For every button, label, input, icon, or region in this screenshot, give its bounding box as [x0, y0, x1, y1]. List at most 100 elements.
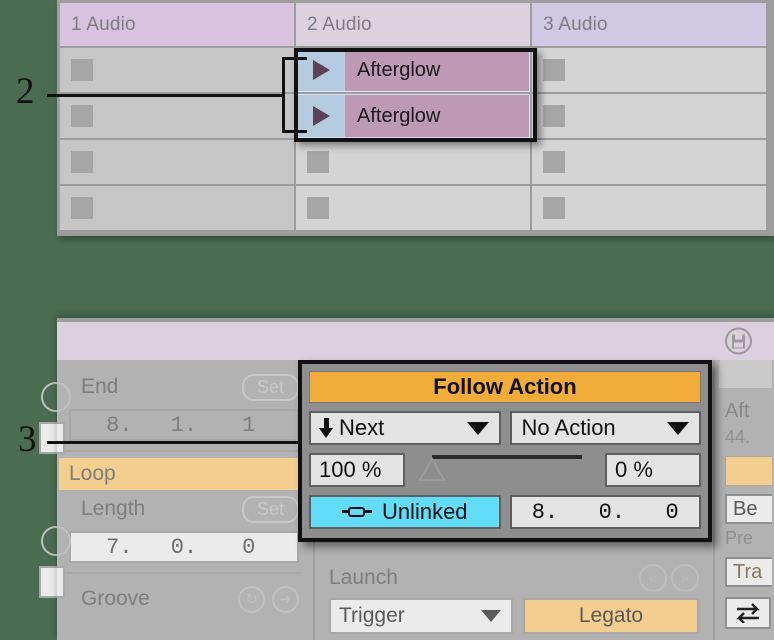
clip-slot-1-3[interactable]: [60, 140, 294, 184]
refresh-icon[interactable]: ↻: [238, 585, 265, 613]
clip-slot-3-3[interactable]: [532, 140, 766, 184]
launch-mode-dropdown[interactable]: Trigger: [329, 598, 513, 634]
follow-action-chance-row: 100 % 0 %: [309, 453, 701, 487]
next-double-arrow-icon[interactable]: »: [671, 564, 699, 592]
launch-mode-row: Trigger Legato: [315, 598, 713, 634]
stop-square-icon[interactable]: [307, 197, 329, 219]
loop-toggle-icon[interactable]: [41, 382, 71, 412]
play-triangle-icon[interactable]: [297, 49, 345, 91]
session-grid: 1 Audio 2 Audio Afterglow Afterglow 3 Au…: [57, 0, 774, 236]
callout-leader-3: [47, 441, 303, 444]
stop-square-icon[interactable]: [71, 59, 93, 81]
clip-view-titlebar: [57, 322, 774, 360]
follow-action-b-dropdown[interactable]: No Action: [509, 411, 701, 445]
length-value-beats: 0.: [170, 534, 198, 560]
audio-section: Aft 44. Be Pre Tra: [715, 360, 772, 640]
end-label: End: [81, 375, 119, 398]
clip-slot-1-2[interactable]: [60, 94, 294, 138]
arrow-right-icon[interactable]: ➜: [272, 585, 299, 613]
clip-slot-3-2[interactable]: [532, 94, 766, 138]
stop-square-icon[interactable]: [307, 151, 329, 173]
follow-action-time-bars: 8.: [531, 499, 559, 525]
link-chain-icon: [341, 505, 372, 519]
track-column-1: 1 Audio: [60, 3, 294, 232]
save-floppy-icon[interactable]: [725, 327, 752, 355]
stop-square-icon[interactable]: [71, 105, 93, 127]
track-header-3[interactable]: 3 Audio: [532, 3, 766, 46]
clip-slot-1-4[interactable]: [60, 186, 294, 230]
callout-leader-2: [47, 94, 285, 97]
transient-dropdown[interactable]: Tra: [725, 557, 772, 587]
length-label: Length: [81, 497, 146, 520]
launch-mode-value: Trigger: [339, 604, 405, 627]
prev-double-arrow-icon[interactable]: «: [639, 564, 667, 592]
warp-button[interactable]: [725, 456, 772, 486]
follow-action-b-value: No Action: [521, 415, 616, 440]
launch-title: Launch: [329, 566, 398, 589]
callout-number-3: 3: [18, 419, 37, 460]
follow-action-time-row: Unlinked 8. 0. 0: [309, 495, 701, 529]
track-header-1[interactable]: 1 Audio: [60, 3, 294, 46]
length-value-row: 7. 0. 0: [57, 528, 313, 566]
clip-slot-2-1[interactable]: Afterglow: [296, 48, 530, 92]
clip-slot-3-4[interactable]: [532, 186, 766, 230]
legato-button[interactable]: Legato: [523, 598, 699, 634]
section-divider-2: [61, 572, 301, 574]
follow-action-link-button[interactable]: Unlinked: [309, 495, 501, 529]
stop-square-icon[interactable]: [543, 59, 565, 81]
warp-mode-dropdown[interactable]: Be: [725, 494, 772, 524]
stop-square-icon[interactable]: [71, 197, 93, 219]
slider-handle[interactable]: [418, 457, 446, 481]
follow-action-chance-a-field[interactable]: 100 %: [309, 453, 405, 487]
slider-track: [432, 455, 582, 459]
stop-square-icon[interactable]: [543, 197, 565, 219]
clip-slot-1-1[interactable]: [60, 48, 294, 92]
clip-name-label: Afterglow: [345, 49, 529, 91]
screenshot-root: 1 Audio 2 Audio Afterglow Afterglow 3 Au…: [0, 0, 774, 640]
clip-afterglow-2[interactable]: Afterglow: [296, 94, 530, 138]
loop-length-toggle-icon[interactable]: [41, 526, 71, 556]
follow-action-chance-slider[interactable]: [414, 453, 596, 487]
clip-slot-2-4[interactable]: [296, 186, 530, 230]
clip-slot-3-1[interactable]: [532, 48, 766, 92]
clip-afterglow-1[interactable]: Afterglow: [296, 48, 530, 92]
end-value-field[interactable]: 8. 1. 1: [69, 409, 299, 441]
clip-slot-2-3[interactable]: [296, 140, 530, 184]
track-name-1: 1 Audio: [71, 13, 136, 35]
follow-action-chance-b-field[interactable]: 0 %: [605, 453, 701, 487]
clip-name-readout: Aft: [725, 400, 750, 422]
stop-square-icon[interactable]: [543, 105, 565, 127]
track-column-2: 2 Audio Afterglow Afterglow: [296, 3, 530, 232]
chevron-down-icon: [481, 610, 501, 622]
section-divider: [61, 450, 301, 452]
preserve-label: Pre: [725, 528, 754, 548]
length-marker-field[interactable]: [39, 566, 65, 598]
follow-action-selectors-row: Next No Action: [309, 411, 701, 445]
callout-number-2: 2: [16, 71, 35, 112]
stop-square-icon[interactable]: [543, 151, 565, 173]
follow-action-time-field[interactable]: 8. 0. 0: [509, 495, 701, 529]
chevron-down-icon: [466, 421, 489, 435]
end-value-row: 8. 1. 1: [57, 406, 313, 444]
follow-action-time-beats: 0.: [598, 499, 626, 525]
track-header-2[interactable]: 2 Audio: [296, 3, 530, 46]
clip-slot-2-2[interactable]: Afterglow: [296, 94, 530, 138]
length-value-field[interactable]: 7. 0. 0: [69, 531, 299, 563]
track-name-2: 2 Audio: [307, 13, 372, 35]
transpose-arrows-icon[interactable]: [725, 597, 771, 629]
end-row: End Set: [57, 368, 313, 406]
arrow-down-icon: [319, 418, 333, 438]
stop-square-icon[interactable]: [71, 151, 93, 173]
loop-button[interactable]: Loop: [59, 458, 299, 490]
length-set-button[interactable]: Set: [241, 495, 299, 523]
end-set-button[interactable]: Set: [241, 373, 299, 401]
chevron-down-icon: [667, 421, 689, 435]
follow-action-a-dropdown[interactable]: Next: [309, 411, 501, 445]
follow-action-a-value: Next: [339, 415, 385, 440]
length-value-bars: 7.: [106, 534, 133, 560]
end-marker-field[interactable]: [39, 422, 65, 454]
follow-action-time-sixteenths: 0: [665, 499, 679, 525]
section-tab[interactable]: [719, 360, 772, 388]
follow-action-title: Follow Action: [309, 371, 701, 403]
length-row: Length Set: [57, 490, 313, 528]
